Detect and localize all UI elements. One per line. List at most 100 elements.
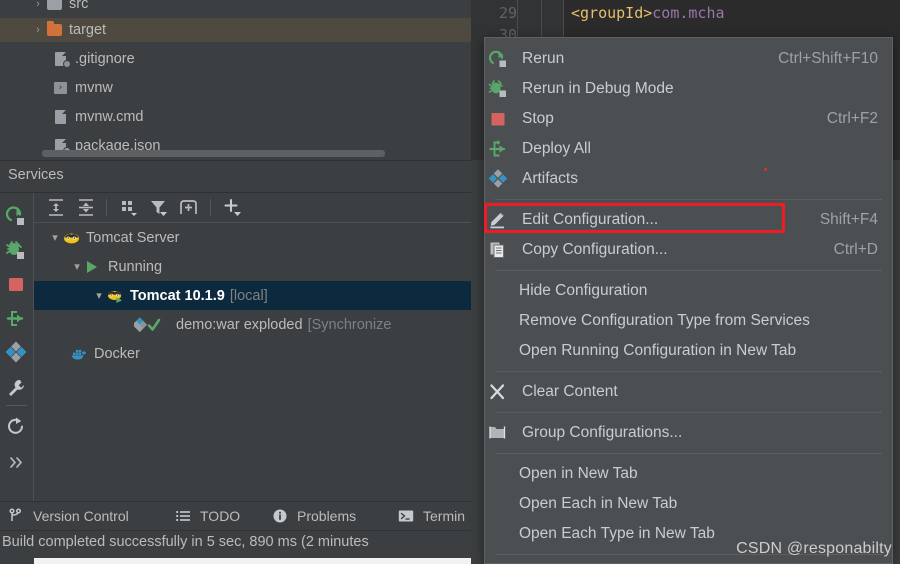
services-tree[interactable]: ▾ Tomcat Server ▾ Running ▾ Tomcat 10.1.…: [34, 223, 471, 501]
menu-separator: [495, 453, 882, 454]
settings-wrench-icon[interactable]: [5, 377, 28, 400]
project-horizontal-scrollbar[interactable]: [42, 150, 385, 157]
tree-item-gitignore[interactable]: .gitignore: [0, 47, 471, 71]
annotation-dot: [764, 168, 767, 171]
rerun-debug-icon: [488, 79, 522, 99]
menu-item-shortcut: Ctrl+Shift+F10: [778, 50, 878, 67]
rerun-debug-icon[interactable]: [5, 239, 28, 262]
code-token-tag: <groupId>: [571, 4, 653, 22]
code-token-text: com.mcha: [652, 4, 725, 22]
menu-item-label: Deploy All: [522, 140, 591, 157]
menu-item-open-each-type-in-new-tab[interactable]: Open Each Type in New Tab: [485, 519, 892, 549]
menu-item-shortcut: Ctrl+F2: [826, 110, 878, 127]
stop-icon: [488, 109, 522, 129]
menu-item-copy-configuration[interactable]: Copy Configuration... Ctrl+D: [485, 235, 892, 265]
console-script-icon: ›: [52, 80, 70, 96]
code-line: <groupId>com.mcha: [571, 2, 725, 24]
services-row-label: Tomcat 10.1.9: [130, 287, 225, 304]
services-title: Services: [8, 167, 64, 183]
menu-separator: [495, 199, 882, 200]
deploy-all-icon: [488, 139, 522, 159]
services-row-demo-war-exploded[interactable]: demo:war exploded [Synchronize: [34, 310, 471, 339]
services-row-running[interactable]: ▾ Running: [34, 252, 471, 281]
artifacts-icon[interactable]: [5, 341, 28, 364]
tree-item-mvnw-cmd[interactable]: mvnw.cmd: [0, 105, 471, 129]
context-menu[interactable]: Rerun Ctrl+Shift+F10 Rerun in Debug Mode…: [484, 37, 893, 564]
menu-item-open-in-new-tab[interactable]: Open in New Tab: [485, 459, 892, 489]
group-by-icon[interactable]: [118, 197, 140, 218]
rerun-icon[interactable]: [5, 205, 28, 228]
services-row-docker[interactable]: Docker: [34, 339, 471, 368]
chevron-right-icon[interactable]: ›: [30, 24, 46, 36]
tomcat-run-icon: [106, 287, 126, 305]
branch-icon: [8, 508, 28, 524]
status-message: Build completed successfully in 5 sec, 8…: [2, 534, 369, 550]
clear-x-icon: [488, 382, 522, 402]
docker-icon: [70, 345, 90, 363]
menu-separator: [495, 270, 882, 271]
tab-todo[interactable]: TODO: [175, 502, 240, 530]
menu-item-rerun[interactable]: Rerun Ctrl+Shift+F10: [485, 44, 892, 74]
tree-item-mvnw[interactable]: › mvnw: [0, 76, 471, 100]
deploy-all-icon[interactable]: [5, 307, 28, 330]
menu-item-rerun-debug[interactable]: Rerun in Debug Mode: [485, 74, 892, 104]
menu-item-label: Edit Configuration...: [522, 211, 659, 228]
edit-pencil-icon: [488, 210, 522, 230]
add-tab-icon[interactable]: [178, 197, 200, 218]
tool-window-bar: Version Control TODO Problems Termin: [0, 501, 471, 530]
menu-item-clear-content[interactable]: Clear Content: [485, 377, 892, 407]
collapse-all-icon[interactable]: [75, 197, 97, 218]
menu-item-label: Hide Configuration: [519, 282, 648, 299]
tab-label: Version Control: [33, 508, 129, 524]
more-chevrons-icon[interactable]: [5, 451, 28, 474]
menu-item-label: Stop: [522, 110, 554, 127]
menu-item-shortcut: Ctrl+D: [833, 241, 878, 258]
chevron-down-icon[interactable]: ▾: [92, 289, 106, 302]
tomcat-icon: [62, 229, 82, 247]
menu-item-label: Group Configurations...: [522, 424, 683, 441]
menu-item-label: Copy Configuration...: [522, 241, 668, 258]
tree-item-label: mvnw.cmd: [75, 109, 144, 125]
filter-icon[interactable]: [148, 197, 170, 218]
chevron-right-icon[interactable]: ›: [30, 0, 46, 10]
menu-item-stop[interactable]: Stop Ctrl+F2: [485, 104, 892, 134]
terminal-icon: [398, 508, 418, 524]
menu-item-remove-configuration-type[interactable]: Remove Configuration Type from Services: [485, 306, 892, 336]
stop-icon[interactable]: [5, 273, 28, 296]
bottom-white-strip: [34, 558, 471, 564]
services-row-label: demo:war exploded: [176, 316, 303, 333]
menu-separator: [495, 412, 882, 413]
project-tool-window[interactable]: › src › target .gitignore › mvnw mvnw.cm…: [0, 0, 471, 160]
menu-item-hide-configuration[interactable]: Hide Configuration: [485, 276, 892, 306]
chevron-down-icon[interactable]: ▾: [70, 260, 84, 273]
artifact-check-icon: [132, 316, 172, 334]
tree-item-label: .gitignore: [75, 51, 135, 67]
menu-item-label: Rerun in Debug Mode: [522, 80, 674, 97]
menu-item-edit-configuration[interactable]: Edit Configuration... Shift+F4: [485, 205, 892, 235]
strip-divider: [6, 405, 27, 406]
services-row-suffix: [local]: [229, 287, 268, 304]
problems-icon: [272, 508, 292, 524]
menu-item-artifacts[interactable]: Artifacts: [485, 164, 892, 194]
tree-item-target[interactable]: › target: [0, 18, 471, 42]
services-tree-toolbar: [34, 193, 471, 222]
status-bar: Build completed successfully in 5 sec, 8…: [0, 530, 471, 564]
menu-item-open-each-in-new-tab[interactable]: Open Each in New Tab: [485, 489, 892, 519]
tab-version-control[interactable]: Version Control: [8, 502, 129, 530]
menu-item-open-running-configuration-new-tab[interactable]: Open Running Configuration in New Tab: [485, 336, 892, 366]
tab-problems[interactable]: Problems: [272, 502, 356, 530]
menu-item-shortcut: Shift+F4: [819, 211, 878, 228]
services-row-tomcat-server[interactable]: ▾ Tomcat Server: [34, 223, 471, 252]
menu-item-label: Open Running Configuration in New Tab: [519, 342, 797, 359]
menu-item-deploy-all[interactable]: Deploy All: [485, 134, 892, 164]
menu-item-group-configurations[interactable]: Group Configurations...: [485, 418, 892, 448]
refresh-icon[interactable]: [5, 415, 28, 438]
expand-all-icon[interactable]: [45, 197, 67, 218]
tree-item-src[interactable]: › src: [0, 0, 471, 16]
tab-terminal[interactable]: Termin: [398, 502, 465, 530]
folder-icon: [46, 21, 64, 38]
chevron-down-icon[interactable]: ▾: [48, 231, 62, 244]
add-service-icon[interactable]: [222, 197, 244, 218]
services-row-tomcat-10-1-9[interactable]: ▾ Tomcat 10.1.9 [local]: [34, 281, 471, 310]
services-row-suffix: [Synchronize: [307, 316, 392, 333]
